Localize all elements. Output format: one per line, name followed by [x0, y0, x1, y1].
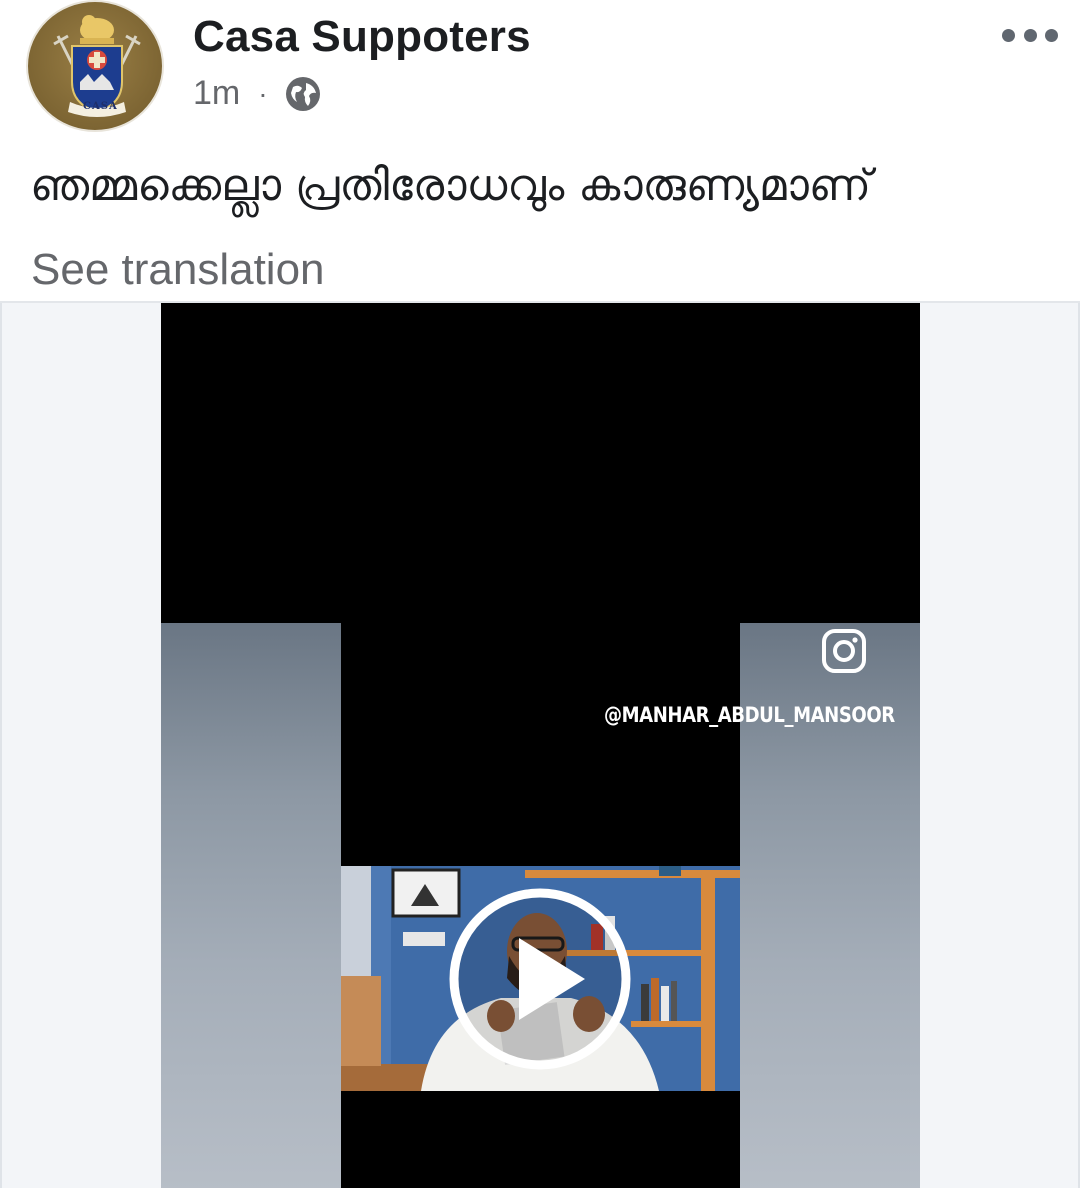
- casa-emblem-icon: [53, 15, 141, 117]
- more-horizontal-icon: [1002, 28, 1015, 42]
- post-text: ഞമ്മക്കെല്ലാ പ്രതിരോധവും കാരുണ്യമാണ്: [30, 160, 872, 211]
- instagram-handle: @MANHAR_ABDUL_MANSOOR: [604, 703, 895, 727]
- see-translation-link[interactable]: See translation: [31, 245, 325, 295]
- meta-separator: ·: [258, 77, 268, 109]
- globe-icon[interactable]: [284, 75, 322, 113]
- video-player[interactable]: @MANHAR_ABDUL_MANSOOR: [161, 303, 920, 1188]
- video-blur-left: [161, 623, 341, 1188]
- page-avatar[interactable]: CASA: [26, 0, 164, 132]
- post-meta: 1m ·: [193, 74, 322, 113]
- avatar-text: CASA: [83, 101, 118, 112]
- more-dot: [1045, 28, 1058, 42]
- instagram-icon: [822, 629, 866, 673]
- facebook-post: CASA Casa Suppoters 1m · ഞമ്മക്കെല്ലാ പ്…: [0, 0, 1080, 1188]
- post-media: @MANHAR_ABDUL_MANSOOR: [0, 301, 1080, 1188]
- more-dot: [1023, 28, 1037, 42]
- play-icon[interactable]: [447, 886, 633, 1072]
- post-time[interactable]: 1m: [193, 74, 240, 113]
- media-border-left: [0, 303, 2, 1188]
- more-options-button[interactable]: [1002, 20, 1058, 50]
- page-name[interactable]: Casa Suppoters: [193, 12, 531, 62]
